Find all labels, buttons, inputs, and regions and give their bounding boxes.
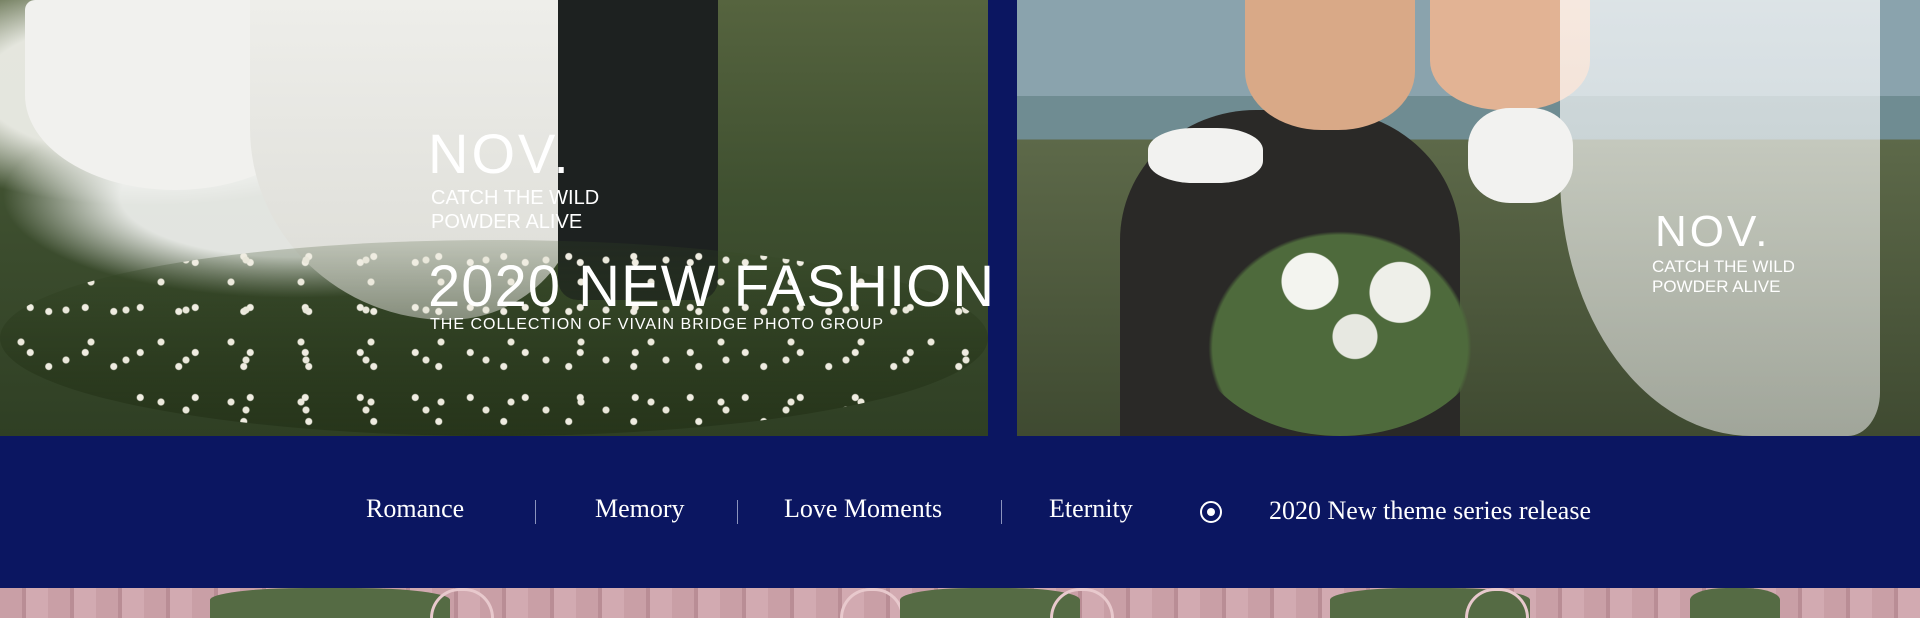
tagline-line-1: CATCH THE WILD	[431, 187, 600, 209]
photo-divider	[988, 0, 1017, 436]
bouquet-shape	[1190, 215, 1490, 436]
hedge-shape	[210, 588, 450, 618]
left-overlay-headline: 2020 NEW FASHION	[428, 254, 996, 319]
left-overlay-tagline: CATCH THE WILD POWDER ALIVE	[431, 186, 651, 234]
glove-shape	[1148, 128, 1263, 183]
nav-band	[0, 436, 1920, 588]
nav-item-romance[interactable]: Romance	[366, 494, 464, 524]
left-overlay-month: NOV.	[428, 122, 572, 185]
nav-item-love-moments[interactable]: Love Moments	[784, 494, 942, 524]
right-overlay-month: NOV.	[1655, 207, 1771, 256]
tagline-line-2: POWDER ALIVE	[431, 211, 583, 233]
glove-shape	[1468, 108, 1573, 203]
groom-face-shape	[1245, 0, 1415, 130]
tagline-line-2: POWDER ALIVE	[1652, 277, 1781, 296]
nav-item-eternity[interactable]: Eternity	[1049, 494, 1133, 524]
nav-separator	[1001, 500, 1002, 524]
left-overlay-subline: THE COLLECTION OF VIVAIN BRIDGE PHOTO GR…	[430, 316, 885, 333]
right-overlay-tagline: CATCH THE WILD POWDER ALIVE	[1652, 257, 1852, 297]
release-announcement[interactable]: 2020 New theme series release	[1269, 496, 1591, 526]
nav-separator	[535, 500, 536, 524]
nav-item-memory[interactable]: Memory	[595, 494, 685, 524]
target-circle-icon	[1200, 501, 1222, 523]
nav-separator	[737, 500, 738, 524]
tagline-line-1: CATCH THE WILD	[1652, 257, 1795, 276]
hedge-shape	[1690, 588, 1780, 618]
